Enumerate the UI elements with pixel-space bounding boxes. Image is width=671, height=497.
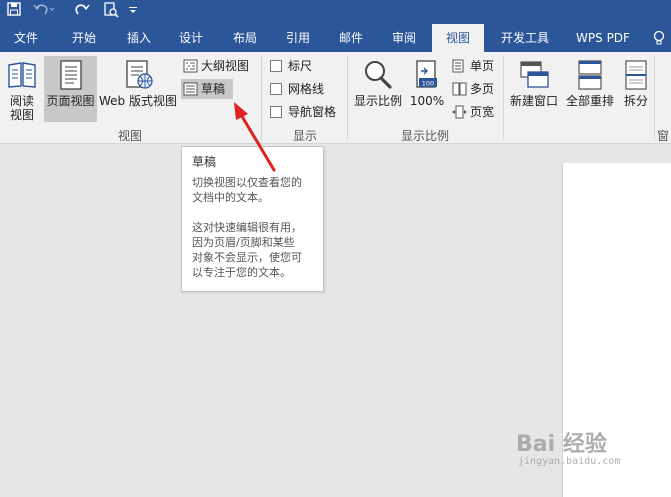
reading-view-button[interactable]: 阅读 视图: [2, 56, 42, 122]
tab-view[interactable]: 视图: [432, 24, 484, 52]
undo-icon[interactable]: [30, 2, 60, 22]
outline-icon: [183, 59, 198, 73]
reading-view-label: 阅读 视图: [9, 94, 34, 122]
magnifier-icon: [365, 61, 392, 89]
tab-references[interactable]: 引用: [272, 24, 324, 52]
page-width-label: 页宽: [470, 105, 495, 119]
split-label: 拆分: [623, 94, 648, 108]
watermark-brand: Bai 经验: [516, 432, 607, 457]
tab-design[interactable]: 设计: [165, 24, 217, 52]
tooltip-body: 切换视图以仅查看您的 文档中的文本。 这对快速编辑很有用， 因为页眉/页脚和某些…: [192, 176, 302, 279]
baidu-jingyan-watermark: Bai 经验 jingyan.baidu.com: [516, 426, 666, 486]
one-page-icon: [452, 59, 464, 73]
nav-pane-checkbox[interactable]: [270, 106, 282, 118]
save-icon[interactable]: [4, 2, 24, 22]
arrange-all-button[interactable]: 全部重排: [562, 56, 618, 122]
ruler-checkbox[interactable]: [270, 60, 282, 72]
page-width-icon: [452, 105, 467, 119]
multi-page-label: 多页: [470, 82, 495, 96]
gridlines-label: 网格线: [288, 82, 325, 96]
new-window-icon: [520, 61, 549, 88]
arrange-all-label: 全部重排: [565, 94, 614, 108]
zoom-100-label: 100%: [409, 94, 445, 108]
split-button[interactable]: 拆分: [619, 56, 653, 122]
ruler-label: 标尺: [288, 59, 313, 73]
group-divider: [261, 56, 262, 140]
page-view-button[interactable]: 页面视图: [44, 56, 97, 122]
tab-wps-pdf[interactable]: WPS PDF: [568, 24, 638, 52]
group-divider: [503, 56, 504, 140]
window-group-label: 窗: [657, 129, 670, 143]
outline-view-button[interactable]: 大纲视图: [181, 56, 253, 76]
quick-access-toolbar: [0, 0, 671, 24]
new-window-button[interactable]: 新建窗口: [507, 56, 561, 122]
one-page-label: 单页: [470, 59, 495, 73]
new-window-label: 新建窗口: [509, 94, 558, 108]
group-divider: [347, 56, 348, 140]
web-layout-label: Web 版式视图: [99, 94, 177, 108]
multi-page-button[interactable]: 多页: [450, 79, 496, 99]
draft-tooltip: 草稿 切换视图以仅查看您的 文档中的文本。 这对快速编辑很有用， 因为页眉/页脚…: [181, 146, 324, 292]
group-divider: [654, 56, 655, 140]
draft-view-label: 草稿: [201, 82, 226, 96]
gridlines-checkbox[interactable]: [270, 83, 282, 95]
reading-view-icon: [8, 62, 36, 88]
web-layout-icon: [126, 60, 153, 89]
tab-review[interactable]: 审阅: [378, 24, 430, 52]
web-layout-button[interactable]: Web 版式视图: [98, 56, 178, 122]
customize-qat-icon[interactable]: [126, 2, 140, 22]
draft-icon: [183, 82, 198, 96]
tab-developer[interactable]: 开发工具: [490, 24, 560, 52]
draft-view-button[interactable]: 草稿: [181, 79, 233, 99]
show-group-label: 显示: [292, 129, 317, 143]
tab-layout[interactable]: 布局: [219, 24, 271, 52]
page-view-label: 页面视图: [46, 94, 95, 108]
watermark-url: jingyan.baidu.com: [518, 456, 621, 467]
lightbulb-icon[interactable]: [648, 24, 670, 52]
split-icon: [625, 60, 647, 90]
views-group-label: 视图: [117, 129, 142, 143]
zoom-group-label: 显示比例: [400, 129, 449, 143]
redo-icon[interactable]: [72, 2, 92, 22]
zoom-100-button[interactable]: 100 100%: [408, 56, 446, 122]
zoom-100-icon: 100: [416, 60, 437, 88]
zoom-label: 显示比例: [353, 94, 402, 108]
outline-view-label: 大纲视图: [201, 59, 250, 73]
nav-pane-label: 导航窗格: [288, 105, 337, 119]
print-preview-icon[interactable]: [101, 2, 121, 22]
tab-insert[interactable]: 插入: [113, 24, 165, 52]
svg-text:100: 100: [422, 80, 434, 88]
tooltip-title: 草稿: [192, 155, 217, 169]
multi-page-icon: [452, 82, 467, 96]
zoom-button[interactable]: 显示比例: [352, 56, 404, 122]
one-page-button[interactable]: 单页: [450, 56, 496, 76]
tab-mailings[interactable]: 邮件: [325, 24, 377, 52]
arrange-all-icon: [578, 60, 602, 90]
print-layout-icon: [59, 60, 82, 90]
tab-file[interactable]: 文件: [0, 24, 52, 52]
tab-home[interactable]: 开始: [58, 24, 110, 52]
ribbon-view-panel: 阅读 视图 页面视图 Web 版式视图 大纲视图 草稿 视图 标尺 网格线 导航…: [0, 52, 671, 144]
ribbon-tabs: 文件 开始 插入 设计 布局 引用 邮件 审阅 视图 开发工具 WPS PDF: [0, 24, 671, 52]
page-width-button[interactable]: 页宽: [450, 102, 496, 122]
